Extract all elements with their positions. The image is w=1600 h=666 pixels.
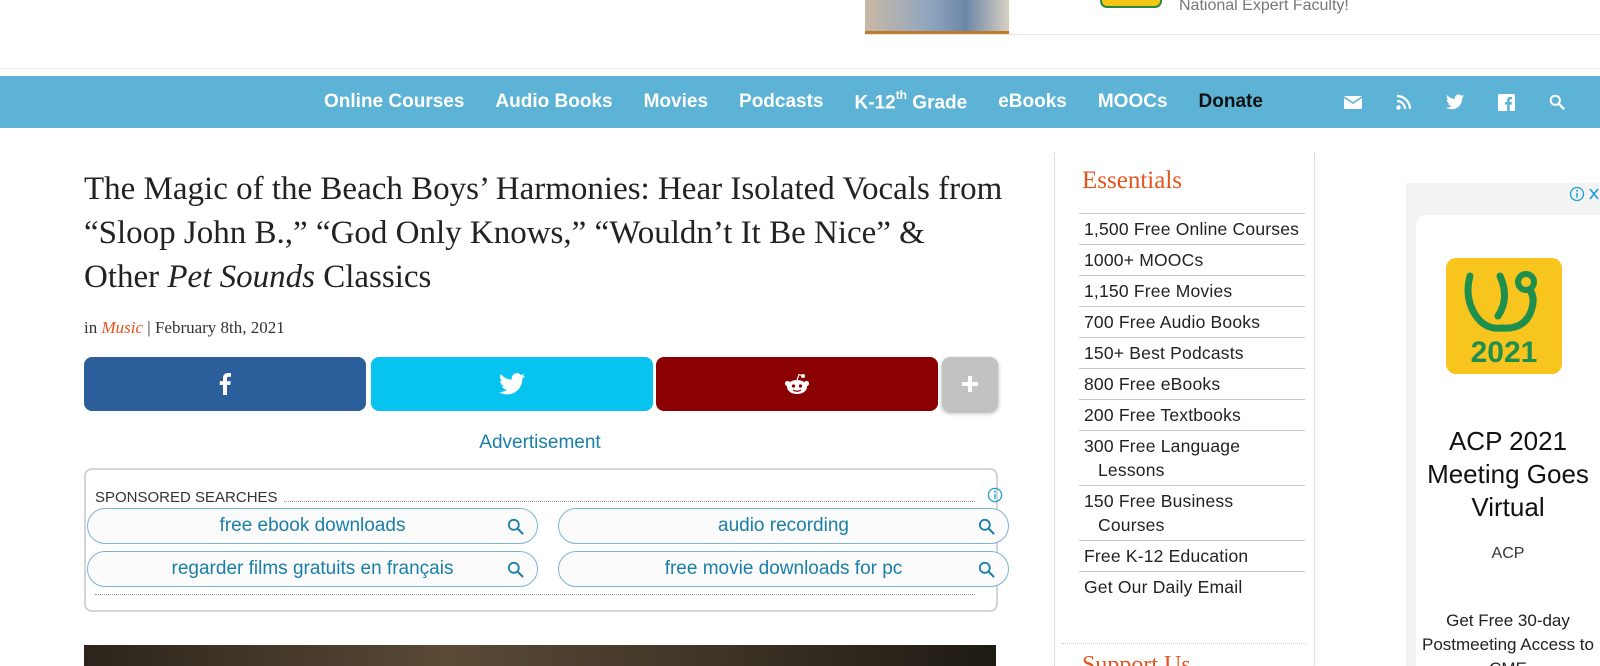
main-nav: Online Courses Audio Books Movies Podcas… [0, 76, 1600, 128]
essentials-item[interactable]: 1,500 Free Online Courses [1079, 213, 1305, 244]
search-icon [507, 518, 524, 535]
search-icon [978, 561, 995, 578]
search-pill-label: regarder films gratuits en français [171, 558, 454, 579]
essentials-item-label: 300 Free Language [1084, 436, 1241, 456]
title-part-2: Classics [314, 259, 432, 295]
meta-prefix: in [84, 318, 102, 337]
more-share-button[interactable] [942, 357, 998, 411]
plus-icon [962, 376, 978, 392]
sidebar-divider [1062, 643, 1306, 644]
essentials-item[interactable]: 300 Free Language Lessons [1079, 430, 1305, 485]
twitter-icon[interactable] [1446, 93, 1464, 111]
dotted-rule [95, 594, 975, 595]
essentials-item[interactable]: Free K-12 Education [1079, 540, 1305, 571]
search-pill[interactable]: free ebook downloads [87, 508, 538, 544]
nav-ebooks[interactable]: eBooks [998, 91, 1067, 113]
essentials-item[interactable]: 1000+ MOOCs [1079, 244, 1305, 275]
sidebar-divider [1054, 152, 1056, 666]
search-icon [507, 561, 524, 578]
search-pill[interactable]: audio recording [558, 508, 1009, 544]
top-banner-ad[interactable]: National Expert Faculty! [865, 0, 1600, 35]
banner-text: National Expert Faculty! [1179, 0, 1349, 14]
search-pill[interactable]: regarder films gratuits en français [87, 551, 538, 587]
title-italic: Pet Sounds [167, 259, 315, 295]
video-embed[interactable] [84, 645, 996, 666]
nav-moocs[interactable]: MOOCs [1098, 91, 1168, 113]
dotted-rule [283, 492, 975, 502]
search-icon [978, 518, 995, 535]
nav-k12-label: K-12 [854, 92, 896, 114]
advertisement-label: Advertisement [479, 432, 601, 453]
ad-headline: ACP 2021 Meeting Goes Virtual [1427, 426, 1589, 522]
next-heading-text: Support Us [1082, 656, 1202, 666]
sponsored-heading: SPONSORED SEARCHES [95, 488, 278, 506]
nav-donate[interactable]: Donate [1199, 91, 1263, 113]
banner-image [865, 0, 1009, 34]
nav-k12-sup: th [895, 87, 908, 102]
essentials-list: 1,500 Free Online Courses 1000+ MOOCs 1,… [1079, 213, 1305, 602]
essentials-item-label: 150 Free Business [1084, 491, 1234, 511]
rss-icon[interactable] [1395, 93, 1413, 111]
nav-k12-grade[interactable]: K-12th Grade [854, 87, 968, 114]
search-pill-label: free movie downloads for pc [664, 558, 903, 579]
ad-logo-year: 2021 [1471, 336, 1538, 369]
essentials-item[interactable]: 1,150 Free Movies [1079, 275, 1305, 306]
nav-podcasts[interactable]: Podcasts [739, 91, 823, 113]
essentials-item[interactable]: 150+ Best Podcasts [1079, 337, 1305, 368]
facebook-icon [219, 373, 231, 395]
category-link[interactable]: Music [101, 318, 143, 337]
article-title: The Magic of the Beach Boys’ Harmonies: … [84, 167, 1004, 299]
ad-body: Get Free 30-day Postmeeting Access to CM… [1422, 611, 1594, 666]
nav-movies[interactable]: Movies [644, 91, 708, 113]
essentials-item-cont: Lessons [1098, 460, 1165, 480]
nav-icons [1344, 76, 1566, 128]
sponsored-searches: SPONSORED SEARCHES free ebook downloads … [84, 468, 1009, 612]
banner-logo [1100, 0, 1162, 8]
facebook-share-button[interactable] [84, 357, 366, 411]
essentials-item[interactable]: 700 Free Audio Books [1079, 306, 1305, 337]
essentials-item[interactable]: Get Our Daily Email [1079, 571, 1305, 602]
essentials-item[interactable]: 150 Free Business Courses [1079, 485, 1305, 540]
reddit-icon [784, 373, 810, 394]
article-date: February 8th, 2021 [154, 318, 285, 337]
ad-logo: 2021 [1446, 258, 1562, 374]
nav-k12-suffix: Grade [907, 92, 968, 114]
twitter-share-button[interactable] [371, 357, 653, 411]
essentials-heading: Essentials [1082, 167, 1182, 194]
meta-separator: | [143, 318, 155, 337]
mail-icon[interactable] [1344, 93, 1362, 111]
ad-sponsor: ACP [1491, 545, 1525, 562]
sponsored-header: SPONSORED SEARCHES [95, 488, 975, 506]
search-pill[interactable]: free movie downloads for pc [558, 551, 1009, 587]
next-sidebar-heading: Support Us [1082, 656, 1202, 666]
search-icon[interactable] [1548, 93, 1566, 111]
nav-audio-books[interactable]: Audio Books [495, 91, 612, 113]
sidebar-divider [1314, 152, 1316, 666]
essentials-item[interactable]: 800 Free eBooks [1079, 368, 1305, 399]
nav-links: Online Courses Audio Books Movies Podcas… [324, 76, 1263, 128]
search-pill-label: audio recording [718, 515, 849, 536]
nav-online-courses[interactable]: Online Courses [324, 91, 464, 113]
reddit-share-button[interactable] [656, 357, 938, 411]
essentials-item-cont: Courses [1098, 515, 1165, 535]
header-divider [0, 68, 1600, 69]
stethoscope-icon: 2021 [1464, 271, 1538, 369]
article-meta: in Music | February 8th, 2021 [84, 318, 285, 338]
search-pill-label: free ebook downloads [219, 515, 406, 536]
ad-choices-icon[interactable] [1568, 185, 1600, 203]
info-icon[interactable] [987, 487, 1003, 503]
twitter-icon [499, 373, 525, 395]
essentials-item[interactable]: 200 Free Textbooks [1079, 399, 1305, 430]
facebook-icon[interactable] [1497, 93, 1515, 111]
